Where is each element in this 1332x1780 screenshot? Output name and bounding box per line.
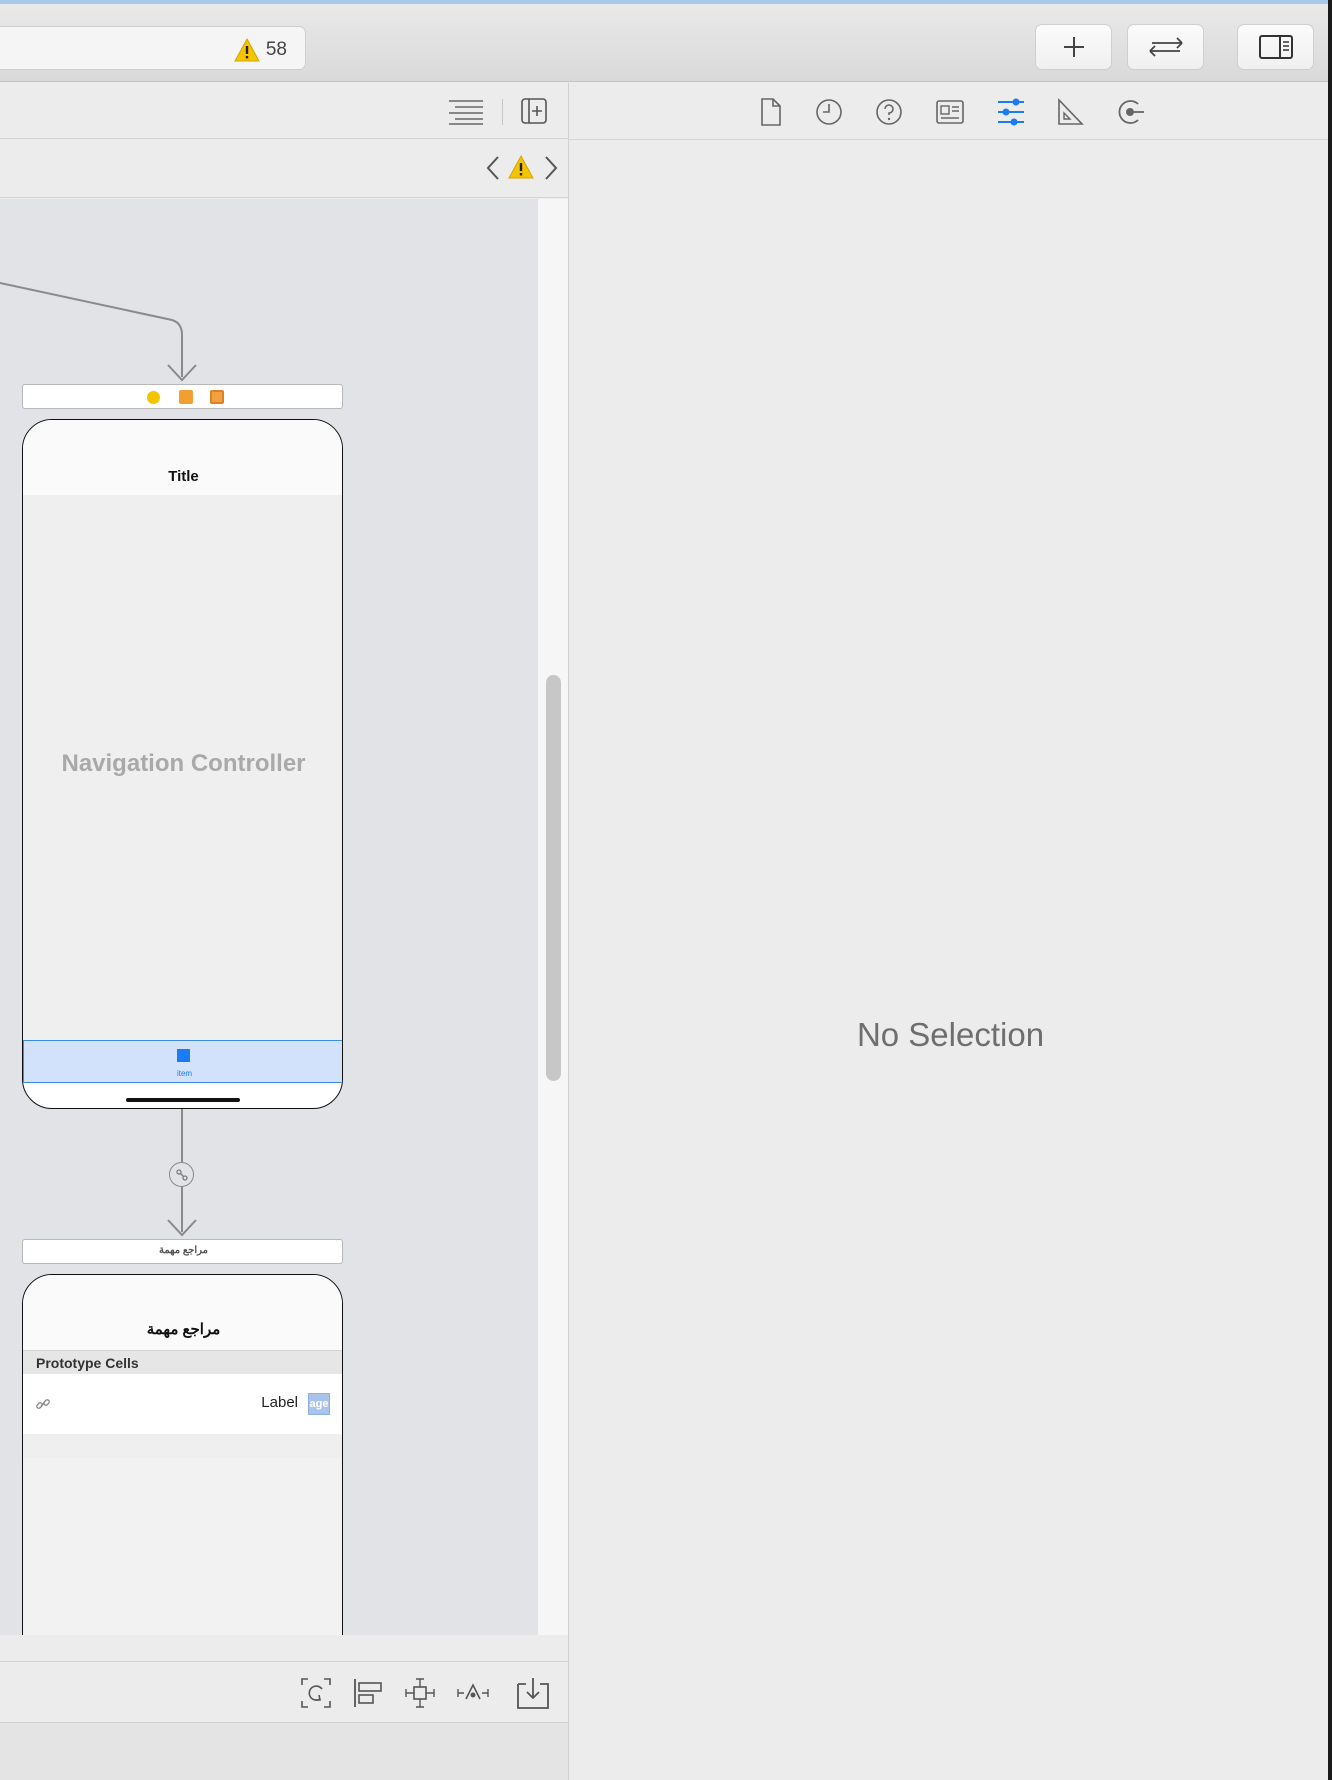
chevron-left-icon[interactable] (484, 154, 502, 182)
navigation-bar: مراجع مهمة (23, 1275, 342, 1350)
table-separator-band (23, 1434, 342, 1458)
prototype-cell[interactable]: Label age (23, 1374, 342, 1434)
toolbar: 58 (0, 4, 1332, 82)
warning-indicator[interactable]: 58 (234, 38, 287, 62)
editor-options-icon[interactable] (447, 97, 485, 125)
connections-inspector-icon[interactable] (1116, 97, 1146, 127)
warning-count: 58 (265, 39, 287, 60)
code-review-button[interactable] (1127, 24, 1204, 70)
navigation-bar: Title (23, 420, 342, 495)
warning-icon (234, 38, 260, 62)
cell-image-placeholder: age (308, 1393, 330, 1415)
resolve-issues-icon[interactable] (456, 1677, 490, 1709)
inspector-tab-bar (569, 83, 1332, 140)
link-icon (36, 1399, 50, 1409)
inspectors-toggle-button[interactable] (1237, 24, 1314, 70)
size-inspector-icon[interactable] (1056, 97, 1084, 127)
chevron-right-icon[interactable] (542, 154, 560, 182)
first-responder-icon (147, 391, 160, 404)
library-button[interactable] (1035, 24, 1112, 70)
table-scene-bar[interactable]: مراجع مهمة (22, 1239, 343, 1264)
editor-header (0, 83, 568, 139)
exit-icon (210, 390, 224, 404)
update-frames-icon[interactable] (300, 1677, 332, 1709)
activity-view[interactable]: 58 (0, 26, 306, 70)
canvas-bottom-toolbar (0, 1661, 568, 1721)
cell-label: Label (261, 1394, 298, 1411)
tab-bar-item[interactable]: item (23, 1040, 342, 1083)
no-selection-message: No Selection (856, 1016, 1045, 1053)
nav-title: Title (168, 468, 199, 485)
align-icon[interactable] (352, 1677, 384, 1709)
table-scene-bar-label: مراجع مهمة (158, 1245, 209, 1256)
window-edge (1328, 0, 1332, 1780)
table-view-scene[interactable]: مراجع مهمة Prototype Cells Label age (22, 1274, 343, 1635)
nav-content-area: Navigation Controller (23, 495, 342, 1040)
nav-scene-bar[interactable] (22, 384, 343, 409)
plus-icon (1063, 37, 1084, 57)
embed-in-icon[interactable] (516, 1676, 550, 1710)
xcode-window: 58 Title Navigation Controller item مراج… (0, 0, 1332, 1780)
jump-bar (0, 140, 568, 198)
add-editor-icon[interactable] (520, 97, 548, 125)
storyboard-canvas[interactable]: Title Navigation Controller item مراجع م… (0, 199, 538, 1635)
section-header: Prototype Cells (23, 1350, 342, 1374)
link-glyph-icon (175, 1168, 188, 1181)
inspector-panel: No Selection (569, 83, 1332, 1780)
nav-controller-scene[interactable]: Title Navigation Controller item (22, 419, 343, 1109)
tab-item-icon (177, 1049, 190, 1062)
canvas-scroll-thumb[interactable] (546, 675, 561, 1081)
table-empty-area (23, 1458, 342, 1635)
file-inspector-icon[interactable] (759, 97, 783, 127)
home-indicator (126, 1098, 240, 1102)
table-nav-title: مراجع مهمة (146, 1321, 221, 1338)
issue-warning-icon[interactable] (508, 154, 534, 180)
quick-help-icon[interactable] (874, 97, 904, 127)
debug-area-bar (0, 1722, 568, 1780)
header-separator (502, 99, 503, 125)
sidebar-right-icon (1258, 35, 1293, 59)
identity-inspector-icon[interactable] (935, 99, 965, 125)
section-header-text: Prototype Cells (36, 1355, 139, 1371)
swap-arrows-icon (1148, 37, 1183, 57)
attributes-inspector-icon[interactable] (996, 96, 1026, 128)
segue-link-icon[interactable] (169, 1162, 194, 1187)
tab-item-label: item (176, 1069, 193, 1078)
add-constraints-icon[interactable] (404, 1677, 436, 1709)
object-cube-icon (179, 390, 193, 404)
nav-placeholder-text: Navigation Controller (61, 750, 306, 777)
history-inspector-icon[interactable] (814, 97, 844, 127)
